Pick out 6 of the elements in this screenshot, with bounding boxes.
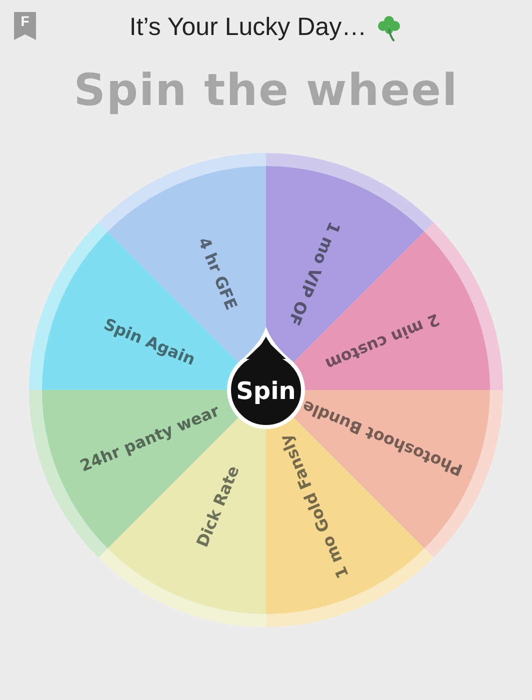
segment-label: Dick Rate (192, 463, 244, 550)
segment-label: 1 mo VIP OF (284, 219, 344, 328)
page-title: It’s Your Lucky Day… (129, 12, 367, 44)
segment-label: 4 hr GFE (194, 234, 242, 313)
bookmark-logo: F (14, 12, 36, 40)
heading: Spin the wheel (74, 64, 458, 118)
